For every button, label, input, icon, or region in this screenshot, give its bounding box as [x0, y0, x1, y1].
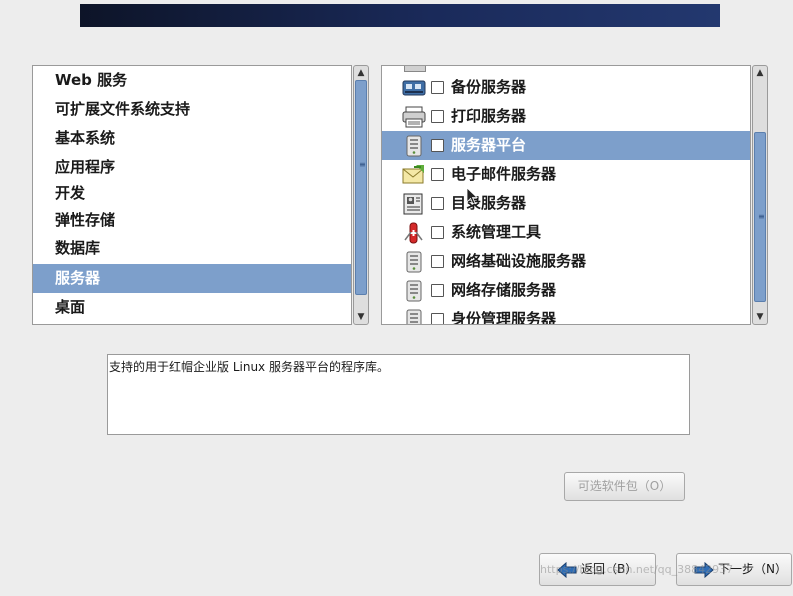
group-checkbox[interactable] — [431, 226, 444, 239]
category-label: 开发 — [55, 184, 86, 202]
group-label: 打印服务器 — [451, 107, 527, 125]
optional-packages-button[interactable]: 可选软件包（O） — [564, 472, 685, 501]
printer-icon — [402, 106, 426, 128]
category-label: Web 服务 — [55, 71, 128, 89]
scroll-down-arrow-icon[interactable]: ▼ — [753, 310, 767, 324]
category-item-base-system[interactable]: 基本系统 — [33, 124, 351, 153]
partial-item-icon — [404, 66, 426, 72]
category-label: 桌面 — [55, 298, 86, 316]
group-description: 支持的用于红帽企业版 Linux 服务器平台的程序库。 — [107, 354, 690, 435]
category-item-servers[interactable]: 服务器 — [33, 264, 351, 293]
mouse-cursor-icon — [466, 187, 478, 205]
category-label: 弹性存储 — [55, 211, 116, 229]
category-list-scrollbar[interactable]: ▲ ≡ ▼ — [353, 65, 369, 325]
mail-server-icon — [402, 165, 424, 184]
server-icon — [406, 251, 422, 273]
group-label: 服务器平台 — [451, 136, 527, 154]
header-banner — [80, 4, 720, 27]
group-item-backup-server[interactable]: 备份服务器 — [382, 73, 750, 102]
server-icon — [406, 135, 422, 157]
group-checkbox[interactable] — [431, 110, 444, 123]
directory-server-icon — [403, 193, 423, 215]
group-item-network-storage[interactable]: 网络存储服务器 — [382, 276, 750, 305]
category-label: 应用程序 — [55, 158, 116, 176]
group-checkbox[interactable] — [431, 313, 444, 324]
description-text: 支持的用于红帽企业版 Linux 服务器平台的程序库。 — [109, 360, 389, 374]
package-group-list[interactable]: 备份服务器 打印服务器 服务器平台 电子邮件服务器 目录服务器 系统管理工具 网… — [381, 65, 751, 325]
group-checkbox[interactable] — [431, 255, 444, 268]
group-item-mail-server[interactable]: 电子邮件服务器 — [382, 160, 750, 189]
group-label: 备份服务器 — [451, 78, 527, 96]
optional-packages-label: 可选软件包（O） — [577, 479, 672, 493]
group-checkbox[interactable] — [431, 139, 444, 152]
group-label: 电子邮件服务器 — [451, 165, 557, 183]
group-label: 系统管理工具 — [451, 223, 542, 241]
group-item-identity-management[interactable]: 身份管理服务器 — [382, 305, 750, 325]
admin-tools-icon — [404, 222, 423, 244]
category-item-desktop[interactable]: 桌面 — [33, 293, 351, 322]
group-item-admin-tools[interactable]: 系统管理工具 — [382, 218, 750, 247]
category-item-scalable-fs[interactable]: 可扩展文件系统支持 — [33, 95, 351, 124]
package-group-scrollbar[interactable]: ▲ ≡ ▼ — [752, 65, 768, 325]
category-item-resilient-storage[interactable]: 弹性存储 — [33, 206, 351, 235]
group-checkbox[interactable] — [431, 168, 444, 181]
watermark: https://blog.csdn.net/qq_38842937 — [540, 563, 734, 576]
server-icon — [406, 309, 422, 324]
scroll-up-arrow-icon[interactable]: ▲ — [354, 66, 368, 80]
category-list[interactable]: Web 服务 可扩展文件系统支持 基本系统 应用程序 开发 弹性存储 数据库 服… — [32, 65, 352, 325]
category-label: 数据库 — [55, 239, 101, 257]
category-label: 可扩展文件系统支持 — [55, 100, 191, 118]
group-item-network-infrastructure[interactable]: 网络基础设施服务器 — [382, 247, 750, 276]
group-label: 网络基础设施服务器 — [451, 252, 587, 270]
category-item-database[interactable]: 数据库 — [33, 234, 351, 263]
server-icon — [406, 280, 422, 302]
group-item-print-server[interactable]: 打印服务器 — [382, 102, 750, 131]
scroll-down-arrow-icon[interactable]: ▼ — [354, 310, 368, 324]
scrollbar-thumb[interactable]: ≡ — [754, 132, 766, 302]
category-item-applications[interactable]: 应用程序 — [33, 153, 351, 182]
scroll-up-arrow-icon[interactable]: ▲ — [753, 66, 767, 80]
category-label: 基本系统 — [55, 129, 116, 147]
group-label: 网络存储服务器 — [451, 281, 557, 299]
category-item-development[interactable]: 开发 — [33, 179, 351, 208]
group-item-server-platform[interactable]: 服务器平台 — [382, 131, 750, 160]
group-checkbox[interactable] — [431, 197, 444, 210]
group-item-directory-server[interactable]: 目录服务器 — [382, 189, 750, 218]
group-label: 目录服务器 — [451, 194, 527, 212]
backup-server-icon — [402, 80, 426, 96]
group-checkbox[interactable] — [431, 284, 444, 297]
scrollbar-thumb[interactable]: ≡ — [355, 80, 367, 295]
group-checkbox[interactable] — [431, 81, 444, 94]
category-label: 服务器 — [55, 269, 101, 287]
group-label: 身份管理服务器 — [451, 310, 557, 325]
category-item-web[interactable]: Web 服务 — [33, 66, 351, 95]
